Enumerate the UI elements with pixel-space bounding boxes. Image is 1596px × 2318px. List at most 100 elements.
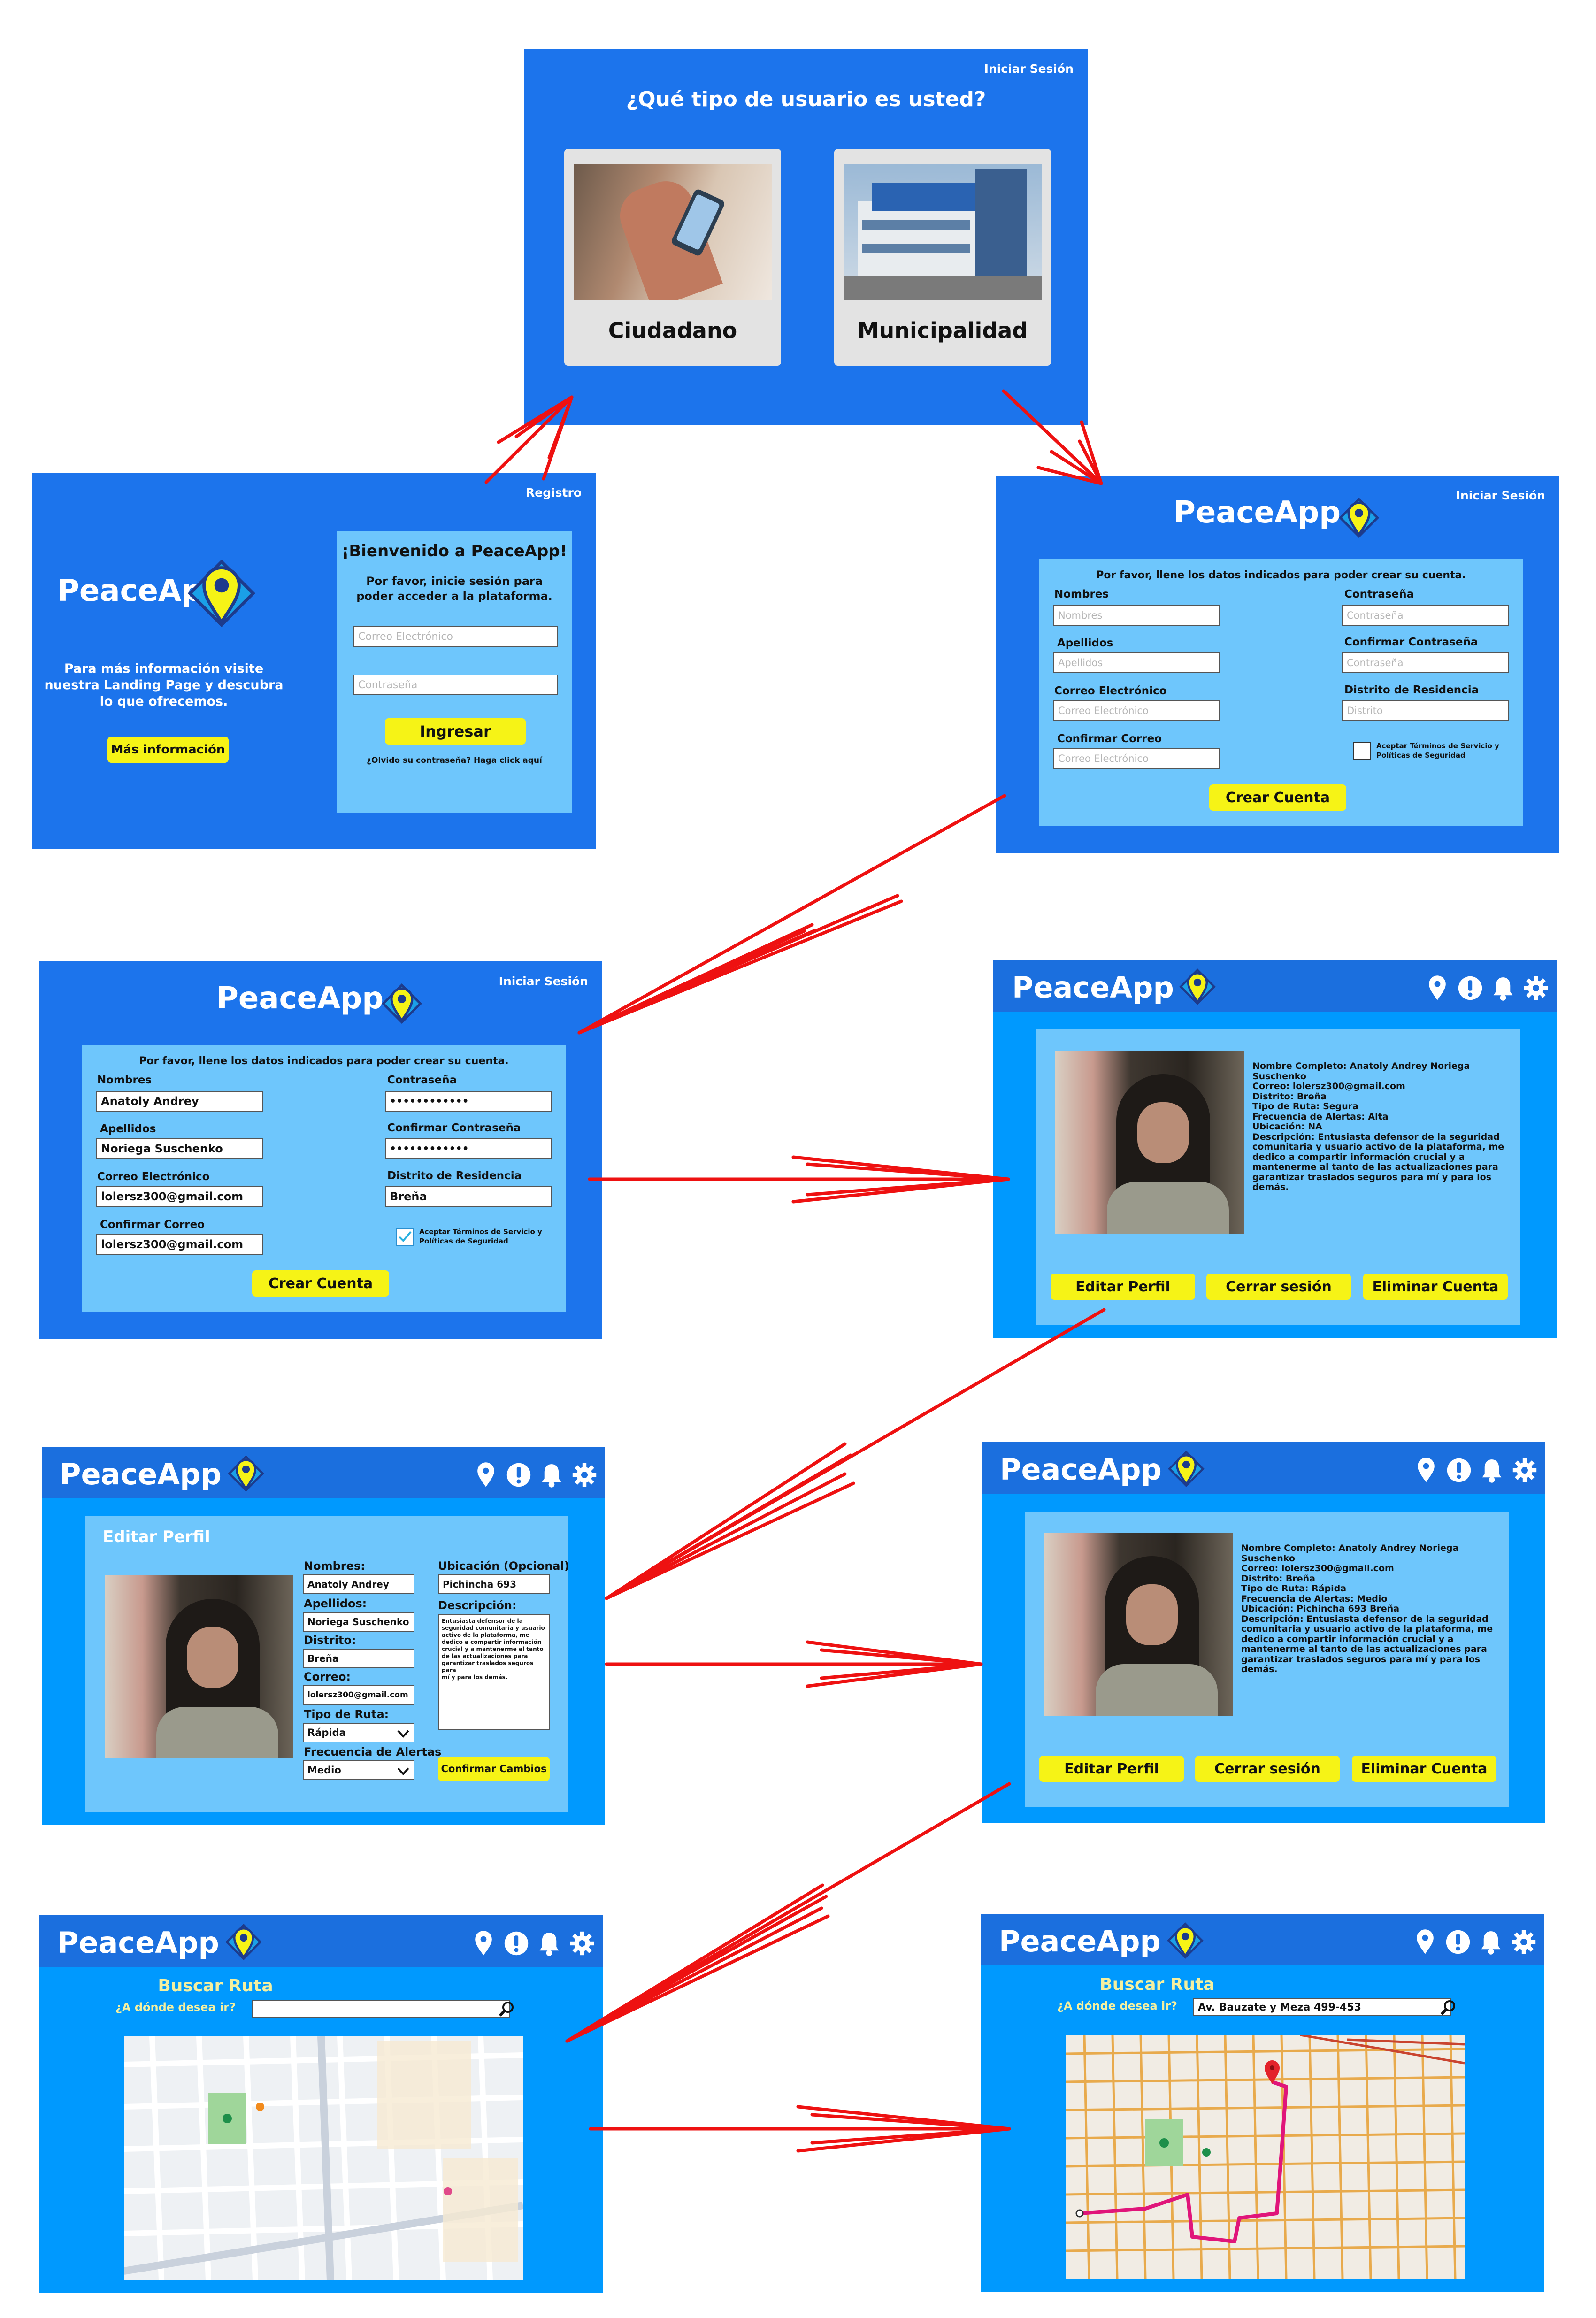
- surnames-label: Apellidos: [100, 1123, 156, 1135]
- alert-icon[interactable]: [503, 1930, 529, 1957]
- password-input[interactable]: Contraseña: [1342, 605, 1509, 626]
- location-pin-icon[interactable]: [474, 1462, 498, 1488]
- password-label: Contraseña: [387, 1074, 457, 1086]
- bell-icon[interactable]: [537, 1930, 561, 1957]
- email-label: Correo Electrónico: [97, 1171, 210, 1183]
- alert-icon[interactable]: [506, 1462, 532, 1488]
- register-form-panel: Por favor, llene los datos indicados par…: [82, 1045, 566, 1312]
- gear-icon[interactable]: [1523, 975, 1549, 1001]
- profile-info: Nombre Completo: Anatoly Andrey Noriega S…: [1241, 1543, 1493, 1674]
- confirm-email-input[interactable]: Correo Electrónico: [1053, 748, 1220, 769]
- citizen-label: Ciudadano: [608, 318, 737, 343]
- district-input[interactable]: Breña: [385, 1186, 552, 1207]
- confirm-password-input[interactable]: ••••••••••••: [385, 1138, 552, 1159]
- district-input[interactable]: Distrito: [1342, 700, 1509, 721]
- municipality-card[interactable]: Municipalidad: [834, 149, 1051, 366]
- email-input[interactable]: lolersz300@gmail.com: [96, 1186, 263, 1207]
- terms-checkbox-checked[interactable]: [396, 1228, 414, 1246]
- names-input[interactable]: Nombres: [1053, 605, 1220, 626]
- create-account-button[interactable]: Crear Cuenta: [252, 1270, 389, 1297]
- search-icon[interactable]: [498, 2000, 516, 2019]
- map-view[interactable]: [124, 2036, 523, 2280]
- password-field[interactable]: Contraseña: [353, 675, 558, 695]
- login-link[interactable]: Iniciar Sesión: [984, 62, 1074, 76]
- alert-icon[interactable]: [1445, 1929, 1471, 1955]
- login-button[interactable]: Ingresar: [385, 718, 526, 745]
- destination-input[interactable]: Av. Bauzate y Meza 499-453: [1193, 1998, 1451, 2016]
- profile-photo: [1044, 1533, 1233, 1716]
- alert-icon[interactable]: [1446, 1457, 1472, 1483]
- names-input[interactable]: Anatoly Andrey: [96, 1091, 263, 1112]
- email-input[interactable]: Correo Electrónico: [1053, 700, 1220, 721]
- route-title: Buscar Ruta: [158, 1976, 273, 1996]
- edit-profile-button[interactable]: Editar Perfil: [1051, 1274, 1195, 1300]
- district-label: Distrito:: [304, 1634, 356, 1647]
- names-input[interactable]: Anatoly Andrey: [303, 1574, 414, 1594]
- citizen-card[interactable]: Ciudadano: [564, 149, 781, 366]
- bell-icon[interactable]: [1480, 1457, 1504, 1483]
- forgot-password-link[interactable]: ¿Olvido su contraseña? Haga click aquí: [337, 756, 572, 765]
- delete-account-button[interactable]: Eliminar Cuenta: [1352, 1756, 1496, 1782]
- email-input[interactable]: lolersz300@gmail.com: [303, 1685, 414, 1705]
- route-search-screen: PeaceApp Buscar Ruta ¿A dónde desea ir?: [39, 1915, 603, 2293]
- logout-button[interactable]: Cerrar sesión: [1206, 1274, 1351, 1300]
- profile-photo: [105, 1575, 293, 1758]
- header-nav: [1425, 975, 1549, 1001]
- surnames-input[interactable]: Noriega Suschenko: [96, 1138, 263, 1159]
- alert-frequency-select[interactable]: Medio: [303, 1760, 414, 1780]
- login-link[interactable]: Iniciar Sesión: [1456, 489, 1545, 502]
- confirm-password-label: Confirmar Contraseña: [387, 1122, 521, 1134]
- bell-icon[interactable]: [539, 1462, 564, 1488]
- arrow-register-to-filled: [577, 794, 1006, 1035]
- route-type-select[interactable]: Rápida: [303, 1723, 414, 1742]
- register-link[interactable]: Registro: [526, 486, 582, 499]
- location-pin-icon[interactable]: [1425, 975, 1450, 1001]
- district-input[interactable]: Breña: [303, 1649, 414, 1668]
- register-screen: Iniciar Sesión PeaceApp Por favor, llene…: [996, 476, 1559, 853]
- route-result-screen: PeaceApp Buscar Ruta ¿A dónde desea ir? …: [981, 1914, 1544, 2292]
- citizen-photo: [574, 164, 772, 300]
- surnames-input[interactable]: Apellidos: [1053, 652, 1220, 673]
- brand-logo-icon: [381, 983, 422, 1024]
- confirm-email-input[interactable]: lolersz300@gmail.com: [96, 1234, 263, 1255]
- chevron-down-icon: [397, 1730, 409, 1738]
- chevron-down-icon: [397, 1767, 409, 1775]
- gear-icon[interactable]: [1511, 1929, 1537, 1955]
- location-pin-icon[interactable]: [1414, 1457, 1438, 1483]
- create-account-button[interactable]: Crear Cuenta: [1209, 784, 1346, 811]
- info-text: Para más información visite nuestra Landi…: [44, 661, 284, 709]
- description-textarea[interactable]: Entusiasta defensor de la seguridad comun…: [438, 1614, 550, 1730]
- gear-icon[interactable]: [571, 1462, 598, 1488]
- alert-icon[interactable]: [1457, 975, 1483, 1001]
- confirm-changes-button[interactable]: Confirmar Cambios: [438, 1757, 550, 1781]
- destination-question: ¿A dónde desea ir?: [115, 2001, 236, 2014]
- edit-profile-panel: Editar Perfil Nombres: Anatoly Andrey Ap…: [85, 1516, 569, 1812]
- bell-icon[interactable]: [1491, 975, 1515, 1001]
- destination-input[interactable]: [252, 2000, 510, 2018]
- surnames-input[interactable]: Noriega Suschenko: [303, 1612, 414, 1632]
- login-subtitle: Por favor, inicie sesión para poder acced…: [356, 575, 552, 603]
- bell-icon[interactable]: [1479, 1929, 1503, 1955]
- login-link[interactable]: Iniciar Sesión: [499, 975, 588, 988]
- location-input[interactable]: Pichincha 693: [438, 1574, 550, 1594]
- route-map-view[interactable]: [1066, 2035, 1465, 2279]
- terms-checkbox[interactable]: [1353, 742, 1371, 760]
- edit-profile-button[interactable]: Editar Perfil: [1039, 1756, 1184, 1782]
- logout-button[interactable]: Cerrar sesión: [1195, 1756, 1340, 1782]
- email-field[interactable]: Correo Electrónico: [353, 626, 558, 647]
- brand-logo-text: PeaceApp: [216, 981, 384, 1016]
- terms-text: Aceptar Términos de Servicio y Políticas …: [1376, 742, 1499, 760]
- location-pin-icon[interactable]: [1413, 1929, 1437, 1955]
- confirm-password-input[interactable]: Contraseña: [1342, 652, 1509, 673]
- gear-icon[interactable]: [1512, 1457, 1538, 1483]
- brand-logo-icon: [1168, 1451, 1205, 1487]
- location-pin-icon[interactable]: [471, 1930, 496, 1957]
- search-icon[interactable]: [1439, 1998, 1458, 2017]
- user-type-title: ¿Qué tipo de usuario es usted?: [626, 87, 986, 111]
- delete-account-button[interactable]: Eliminar Cuenta: [1363, 1274, 1508, 1300]
- destination-question: ¿A dónde desea ir?: [1057, 1999, 1177, 2012]
- more-info-button[interactable]: Más información: [107, 737, 229, 763]
- password-input[interactable]: ••••••••••••: [385, 1091, 552, 1112]
- gear-icon[interactable]: [569, 1930, 595, 1957]
- edit-profile-title: Editar Perfil: [103, 1527, 210, 1546]
